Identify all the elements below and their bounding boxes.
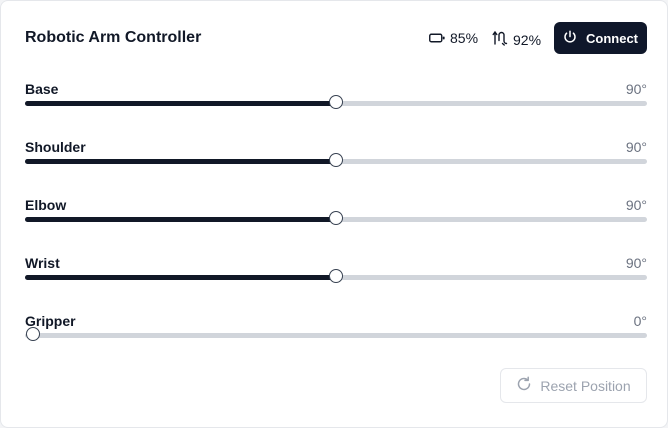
shoulder-slider[interactable]	[25, 153, 647, 167]
signal-icon	[492, 30, 513, 49]
joint-shoulder: Shoulder 90°	[25, 139, 647, 179]
controller-card: Robotic Arm Controller 85% 92% Connect B…	[0, 0, 668, 428]
joint-label: Shoulder	[25, 139, 86, 155]
joint-label: Wrist	[25, 255, 60, 271]
battery-level: 85%	[450, 30, 479, 46]
slider-fill	[25, 101, 336, 106]
base-slider[interactable]	[25, 95, 647, 109]
joint-label: Base	[25, 81, 59, 97]
joint-wrist: Wrist 90°	[25, 255, 647, 295]
battery-status: 85%	[429, 30, 478, 46]
signal-status: 92%	[492, 30, 541, 49]
joint-value: 0°	[633, 313, 647, 329]
slider-thumb[interactable]	[329, 211, 343, 225]
battery-icon	[429, 30, 450, 46]
elbow-slider[interactable]	[25, 211, 647, 225]
slider-fill	[25, 159, 336, 164]
slider-thumb[interactable]	[329, 153, 343, 167]
slider-fill	[25, 217, 336, 222]
power-icon	[563, 29, 586, 47]
wrist-slider[interactable]	[25, 269, 647, 283]
joint-label: Elbow	[25, 197, 67, 213]
joint-gripper: Gripper 0°	[25, 313, 647, 353]
joint-value: 90°	[625, 81, 647, 97]
reset-icon	[516, 376, 540, 395]
joint-value: 90°	[625, 255, 647, 271]
signal-level: 92%	[513, 31, 542, 48]
slider-thumb[interactable]	[329, 95, 343, 109]
joint-value: 90°	[625, 197, 647, 213]
reset-position-button[interactable]: Reset Position	[500, 368, 647, 403]
slider-thumb[interactable]	[26, 327, 40, 341]
joint-elbow: Elbow 90°	[25, 197, 647, 237]
reset-label: Reset Position	[540, 377, 631, 394]
slider-thumb[interactable]	[329, 269, 343, 283]
joint-value: 90°	[625, 139, 647, 155]
page-title: Robotic Arm Controller	[25, 29, 202, 46]
connect-label: Connect	[586, 30, 638, 46]
gripper-slider[interactable]	[25, 327, 647, 341]
connect-button[interactable]: Connect	[554, 22, 647, 54]
joint-base: Base 90°	[25, 81, 647, 121]
slider-fill	[25, 275, 336, 280]
